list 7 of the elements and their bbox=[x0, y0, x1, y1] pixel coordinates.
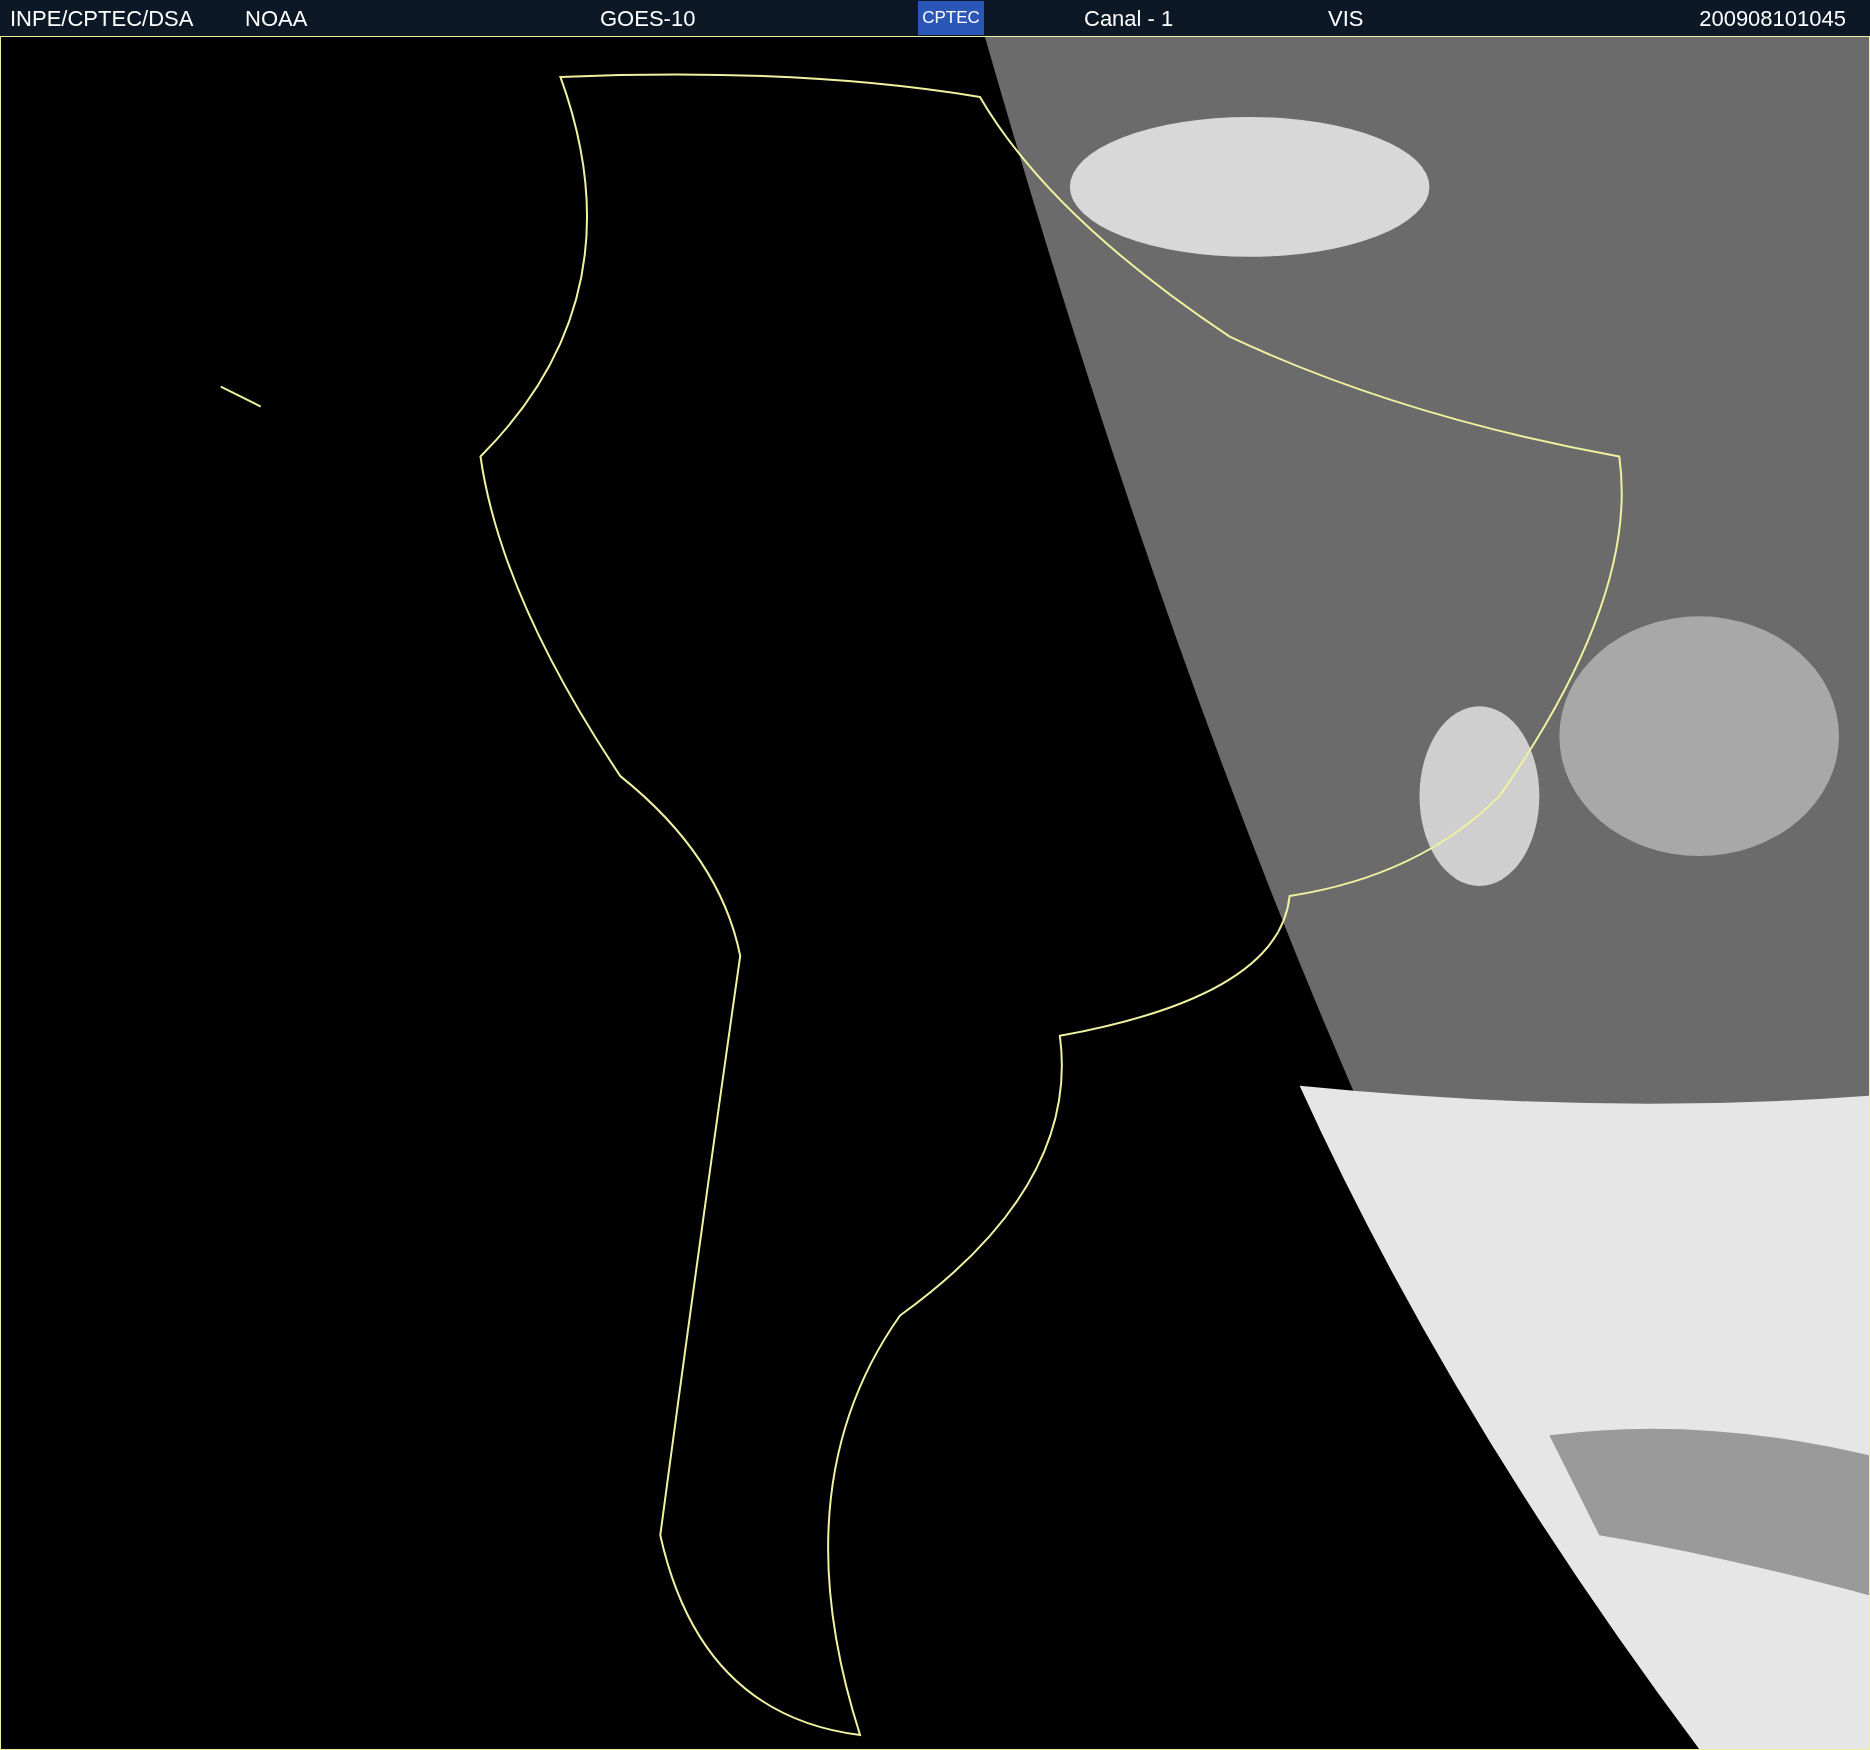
channel-label: Canal - 1 bbox=[1084, 4, 1175, 33]
institution-label: INPE/CPTEC/DSA bbox=[10, 4, 195, 33]
agency-label: NOAA bbox=[245, 4, 309, 33]
band-label: VIS bbox=[1328, 4, 1365, 33]
timestamp-label: 200908101045 bbox=[1699, 4, 1847, 33]
satellite-label: GOES-10 bbox=[600, 4, 697, 33]
logo: CPTEC bbox=[918, 1, 984, 35]
